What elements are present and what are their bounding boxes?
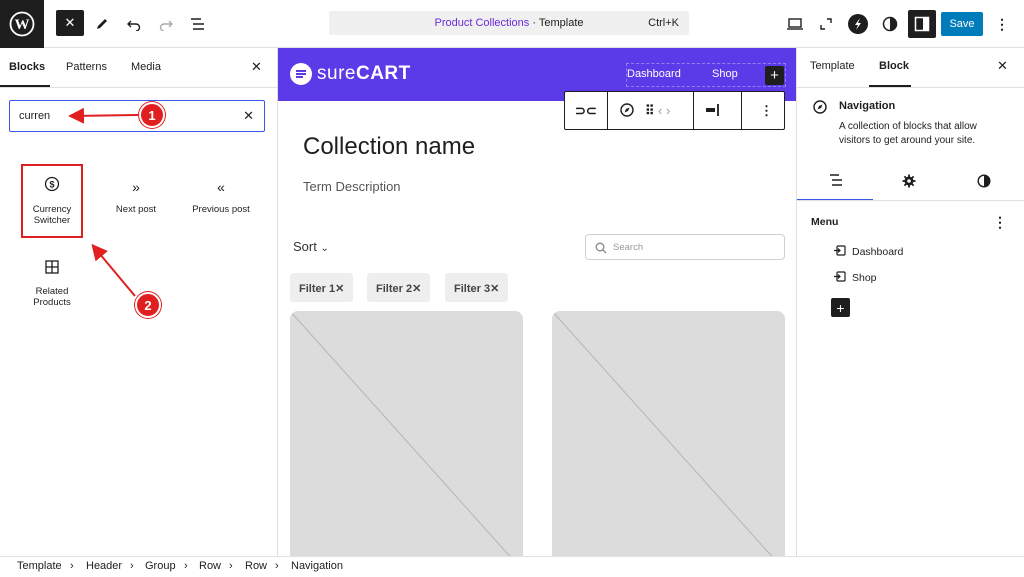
annotation-arrows — [68, 107, 139, 297]
annotation-badge-2: 2 — [135, 292, 161, 318]
annotation-badge-1: 1 — [139, 102, 165, 128]
